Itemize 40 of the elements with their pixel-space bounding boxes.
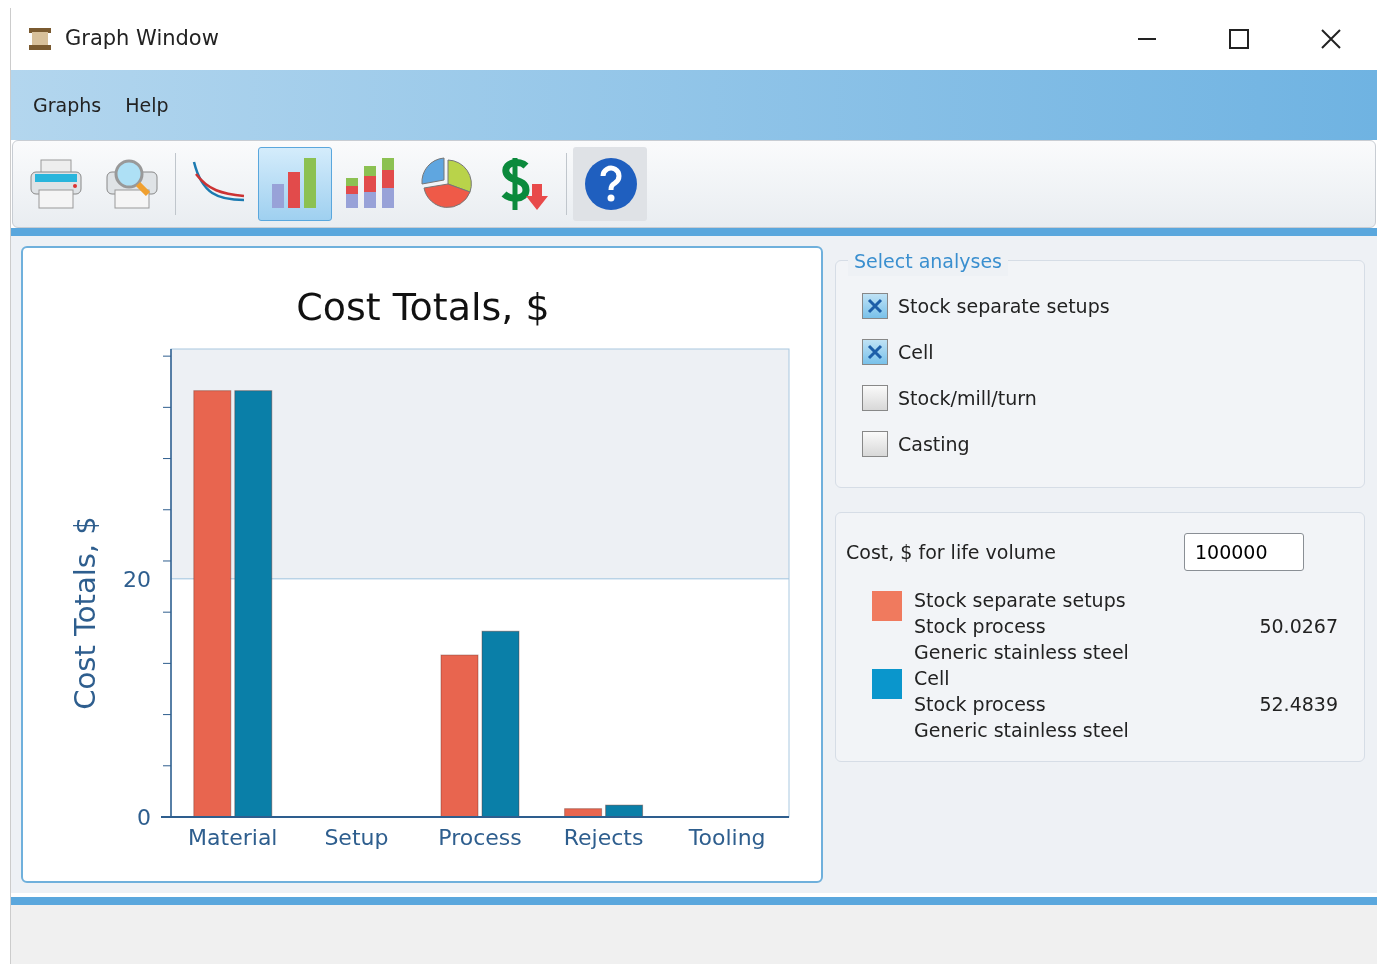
- app-icon: [27, 26, 53, 52]
- checkbox-label: Casting: [898, 431, 970, 457]
- menu-item[interactable]: Graphs: [23, 88, 112, 122]
- checkbox[interactable]: [862, 385, 888, 411]
- y-tick-label: 0: [137, 805, 151, 830]
- x-tick-label: Setup: [324, 825, 389, 850]
- x-tick-label: Rejects: [563, 825, 644, 850]
- legend-text: Generic stainless steel: [914, 718, 1129, 743]
- volume-field[interactable]: 100000: [1184, 533, 1304, 571]
- x-mark-icon: [867, 298, 883, 314]
- x-mark-icon: [867, 344, 883, 360]
- bar-chart-button[interactable]: [258, 147, 332, 221]
- window-title: Graph Window: [65, 25, 219, 53]
- bar: [605, 804, 644, 818]
- help-button[interactable]: [573, 147, 647, 221]
- cost-value: 50.0267: [1259, 614, 1338, 639]
- x-tick-label: Material: [188, 825, 278, 850]
- legend-text: Generic stainless steel: [914, 640, 1129, 665]
- checkbox[interactable]: [862, 293, 888, 319]
- x-tick-label: Tooling: [688, 825, 766, 850]
- menu-item[interactable]: Help: [115, 88, 179, 122]
- x-tick-label: Process: [438, 825, 522, 850]
- legend-text: Stock process: [914, 614, 1047, 639]
- close-icon: [1320, 28, 1342, 50]
- checkbox[interactable]: [862, 431, 888, 457]
- bar: [564, 808, 603, 818]
- y-tick-label: 20: [123, 566, 151, 592]
- checkbox-label: Stock/mill/turn: [898, 385, 1037, 411]
- checkbox-label: Cell: [898, 339, 934, 365]
- legend-text: Stock separate setups: [914, 588, 1127, 613]
- y-axis-label: Cost Totals, $: [68, 516, 102, 710]
- minimize-icon: [1136, 37, 1158, 41]
- checkbox-label: Stock separate setups: [898, 293, 1110, 319]
- legend-text: Stock process: [914, 692, 1047, 717]
- cost-value: 52.4839: [1259, 692, 1338, 717]
- chart-title: Cost Totals, $: [296, 285, 550, 329]
- volume-label: Cost, $ for life volume: [846, 539, 1056, 565]
- maximize-icon: [1228, 28, 1250, 50]
- checkbox[interactable]: [862, 339, 888, 365]
- legend-text: Cell: [914, 666, 951, 691]
